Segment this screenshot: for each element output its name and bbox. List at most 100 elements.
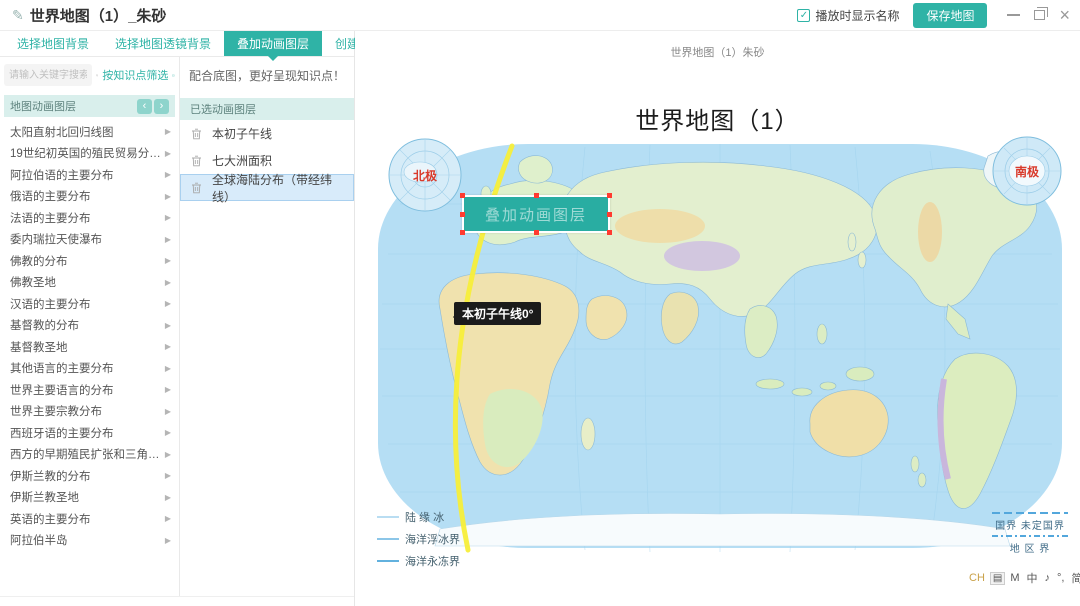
legend-item: 海洋永冻界: [377, 553, 460, 569]
resize-handle[interactable]: [460, 230, 465, 235]
legend-item: 陆 缘 冰: [377, 509, 460, 525]
expand-arrow-icon[interactable]: ▶: [161, 450, 171, 459]
expand-arrow-icon[interactable]: ▶: [161, 321, 171, 330]
library-list-item[interactable]: 汉语的主要分布 ▶: [0, 293, 179, 315]
titlebar-actions: ✓ 播放时显示名称 保存地图 ×: [797, 3, 1070, 28]
library-list-item[interactable]: 其他语言的主要分布 ▶: [0, 358, 179, 380]
library-list-item[interactable]: 西班牙语的主要分布 ▶: [0, 422, 179, 444]
tab[interactable]: 选择地图透镜背景: [102, 31, 224, 56]
library-item-label: 佛教圣地: [10, 274, 56, 290]
library-list-item[interactable]: 世界主要宗教分布 ▶: [0, 401, 179, 423]
delete-layer-icon[interactable]: [191, 182, 202, 194]
library-header: 地图动画图层 ‹ ›: [4, 95, 175, 117]
delete-layer-icon[interactable]: [191, 128, 202, 140]
resize-handle[interactable]: [460, 193, 465, 198]
animation-layer-overlay-box[interactable]: 叠加动画图层: [462, 195, 610, 233]
north-pole-inset: 北极: [389, 139, 461, 211]
resize-handle[interactable]: [534, 193, 539, 198]
checkbox-check-icon: ✓: [797, 9, 810, 22]
resize-handle[interactable]: [607, 212, 612, 217]
expand-arrow-icon[interactable]: ▶: [161, 385, 171, 394]
resize-handle[interactable]: [534, 230, 539, 235]
expand-arrow-icon[interactable]: ▶: [161, 364, 171, 373]
library-list-item[interactable]: 世界主要语言的分布 ▶: [0, 379, 179, 401]
show-name-checkbox[interactable]: ✓ 播放时显示名称: [797, 7, 899, 24]
tab[interactable]: 叠加动画图层: [224, 31, 322, 56]
library-item-label: 太阳直射北回归线图: [10, 124, 114, 140]
restore-window-icon[interactable]: [1034, 10, 1045, 20]
ime-bar-item[interactable]: ▤: [990, 572, 1005, 585]
expand-arrow-icon[interactable]: ▶: [161, 170, 171, 179]
tab-label: 选择地图透镜背景: [115, 35, 211, 52]
ime-bar-item[interactable]: M: [1008, 572, 1021, 584]
expand-arrow-icon[interactable]: ▶: [161, 213, 171, 222]
selected-layers-column: 配合底图，更好呈现知识点！ 已选动画图层: [180, 57, 354, 596]
expand-arrow-icon[interactable]: ▶: [161, 493, 171, 502]
selected-layer-label: 本初子午线: [212, 125, 272, 142]
ime-bar-item[interactable]: 简: [1069, 570, 1080, 586]
expand-arrow-icon[interactable]: ▶: [161, 514, 171, 523]
expand-arrow-icon[interactable]: ▶: [161, 149, 171, 158]
library-item-label: 其他语言的主要分布: [10, 360, 114, 376]
selected-layer-item[interactable]: 本初子午线: [180, 120, 354, 147]
library-list-item[interactable]: 西方的早期殖民扩张和三角贸易 ▶: [0, 444, 179, 466]
expand-arrow-icon[interactable]: ▶: [161, 407, 171, 416]
expand-arrow-icon[interactable]: ▶: [161, 235, 171, 244]
search-input[interactable]: [4, 64, 92, 86]
close-icon[interactable]: ×: [1059, 8, 1070, 22]
legend-label: 海洋永冻界: [405, 553, 460, 569]
tab[interactable]: 选择地图背景: [4, 31, 102, 56]
resize-handle[interactable]: [607, 230, 612, 235]
expand-arrow-icon[interactable]: ▶: [161, 342, 171, 351]
expand-arrow-icon[interactable]: ▶: [161, 536, 171, 545]
expand-arrow-icon[interactable]: ▶: [161, 471, 171, 480]
ime-bar-item[interactable]: ♪: [1043, 572, 1053, 584]
library-list-item[interactable]: 基督教的分布 ▶: [0, 315, 179, 337]
library-list-item[interactable]: 伊斯兰教圣地 ▶: [0, 487, 179, 509]
map-legend-left: 陆 缘 冰 海洋浮冰界 海洋永冻界: [377, 509, 460, 569]
filter-by-knowledge-link[interactable]: 按知识点筛选: [102, 67, 168, 83]
library-list-item[interactable]: 佛教圣地 ▶: [0, 272, 179, 294]
page-prev-icon[interactable]: ‹: [137, 99, 152, 114]
library-item-label: 西方的早期殖民扩张和三角贸易: [10, 446, 161, 462]
library-list-item[interactable]: 法语的主要分布 ▶: [0, 207, 179, 229]
ime-bar-item[interactable]: 中: [1025, 570, 1040, 586]
library-list-item[interactable]: 英语的主要分布 ▶: [0, 508, 179, 530]
library-header-label: 地图动画图层: [10, 98, 76, 114]
minimize-icon[interactable]: [1007, 14, 1020, 16]
save-map-button[interactable]: 保存地图: [913, 3, 987, 28]
library-list-item[interactable]: 佛教的分布 ▶: [0, 250, 179, 272]
expand-arrow-icon[interactable]: ▶: [161, 278, 171, 287]
selected-layer-item[interactable]: 全球海陆分布（带经纬线）: [180, 174, 354, 201]
expand-arrow-icon[interactable]: ▶: [161, 127, 171, 136]
page-next-icon[interactable]: ›: [154, 99, 169, 114]
edit-title-icon[interactable]: ✎: [12, 7, 24, 24]
library-list-item[interactable]: 基督教圣地 ▶: [0, 336, 179, 358]
ime-bar-item[interactable]: °,: [1055, 572, 1066, 584]
resize-handle[interactable]: [460, 212, 465, 217]
library-list-item[interactable]: 俄语的主要分布 ▶: [0, 186, 179, 208]
library-list-item[interactable]: 伊斯兰教的分布 ▶: [0, 465, 179, 487]
ime-language-bar: CH ▤ M 中 ♪ °, 简 ◎ :: [967, 570, 1080, 586]
overlay-box-label: 叠加动画图层: [485, 204, 587, 225]
delete-layer-icon[interactable]: [191, 155, 202, 167]
library-list-item[interactable]: 太阳直射北回归线图 ▶: [0, 121, 179, 143]
library-list-item[interactable]: 阿拉伯半岛 ▶: [0, 530, 179, 552]
ime-bar-item[interactable]: CH: [967, 572, 987, 584]
library-list-item[interactable]: 委内瑞拉天使瀑布 ▶: [0, 229, 179, 251]
resize-handle[interactable]: [607, 193, 612, 198]
legend-label: 陆 缘 冰: [405, 509, 444, 525]
expand-arrow-icon[interactable]: ▶: [161, 428, 171, 437]
library-item-label: 世界主要宗教分布: [10, 403, 102, 419]
library-list-item[interactable]: 阿拉伯语的主要分布 ▶: [0, 164, 179, 186]
selected-layer-label: 全球海陆分布（带经纬线）: [212, 171, 343, 205]
library-list-item[interactable]: 19世纪初英国的殖民贸易分布地区路线 ▶: [0, 143, 179, 165]
filter-dropdown-icon[interactable]: [172, 68, 175, 83]
selected-layers-header-label: 已选动画图层: [190, 101, 256, 117]
expand-arrow-icon[interactable]: ▶: [161, 299, 171, 308]
expand-arrow-icon[interactable]: ▶: [161, 192, 171, 201]
legend-line-swatch: [377, 560, 399, 563]
expand-arrow-icon[interactable]: ▶: [161, 256, 171, 265]
left-panel: 选择地图背景 选择地图透镜背景 叠加动画图层 创建点击热区: [0, 31, 355, 606]
titlebar: ✎ 世界地图（1）_朱砂 ✓ 播放时显示名称 保存地图 ×: [0, 0, 1080, 31]
